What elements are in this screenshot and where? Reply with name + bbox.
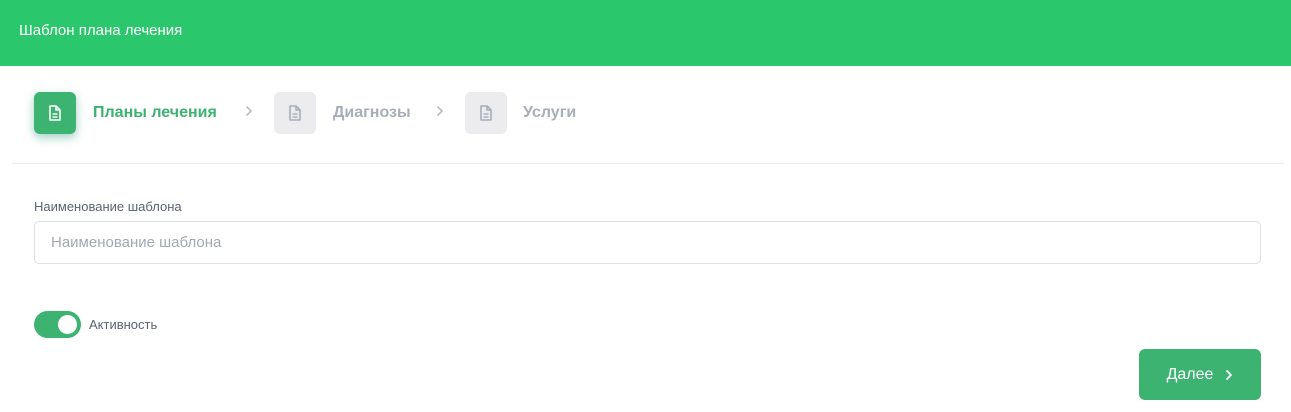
app-header: Шаблон плана лечения (0, 0, 1291, 66)
chevron-right-icon (435, 104, 445, 118)
document-icon (289, 105, 301, 121)
chevron-right-icon (244, 104, 254, 118)
step-diagnoses-icon-box[interactable] (274, 92, 316, 134)
template-name-input[interactable] (34, 221, 1261, 264)
toggle-knob (58, 315, 77, 334)
step-label-services[interactable]: Услуги (523, 103, 576, 123)
activity-toggle[interactable] (34, 311, 81, 338)
activity-label: Активность (89, 317, 158, 332)
step-label-treatment-plans[interactable]: Планы лечения (93, 103, 217, 123)
page-title: Шаблон плана лечения (19, 22, 183, 39)
next-button-label: Далее (1166, 365, 1214, 383)
step-services-icon-box[interactable] (465, 92, 507, 134)
document-icon (49, 105, 61, 121)
section-divider (12, 163, 1284, 164)
step-label-diagnoses[interactable]: Диагнозы (333, 103, 411, 123)
step-planы-icon-box[interactable] (34, 92, 76, 134)
stepper: Планы лечения Диагнозы Услуги (0, 66, 1291, 163)
template-name-label: Наименование шаблона (34, 199, 182, 214)
chevron-right-icon (1226, 369, 1233, 380)
next-button[interactable]: Далее (1139, 349, 1261, 400)
document-icon (480, 105, 492, 121)
